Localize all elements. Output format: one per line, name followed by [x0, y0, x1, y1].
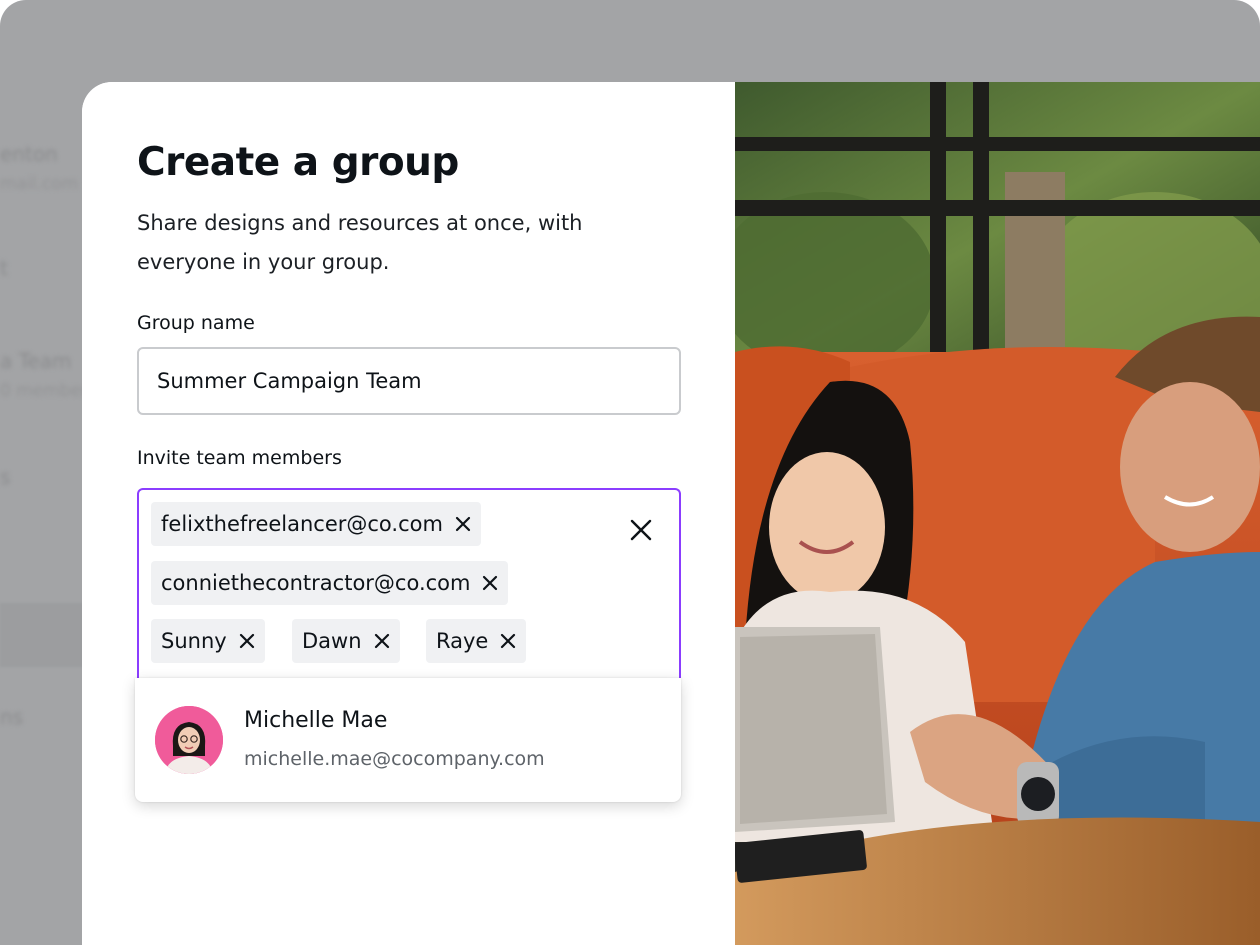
app-background: enton mail.com t a Team 0 member s ns Cr… — [0, 0, 1260, 945]
background-item-title: t — [0, 256, 8, 280]
background-item-subtitle: mail.com — [0, 174, 79, 194]
member-suggestion-dropdown: Michelle Mae michelle.mae@cocompany.com — [135, 678, 681, 802]
member-chip: conniethecontractor@co.com — [151, 561, 509, 605]
member-chip-label: Raye — [436, 629, 489, 653]
suggestion-name: Michelle Mae — [244, 708, 388, 733]
background-item-title: s — [0, 465, 11, 489]
background-selected-row — [0, 603, 90, 667]
dialog-description: Share designs and resources at once, wit… — [137, 211, 583, 274]
background-item-title: enton — [0, 142, 58, 166]
member-chip: Dawn — [292, 619, 400, 663]
avatar — [155, 706, 223, 774]
group-name-input[interactable] — [137, 347, 681, 415]
close-icon[interactable] — [374, 633, 390, 649]
avatar-portrait — [155, 706, 223, 774]
member-chip: felixthefreelancer@co.com — [151, 502, 481, 546]
suggestion-item[interactable]: Michelle Mae michelle.mae@cocompany.com — [135, 678, 681, 802]
close-icon[interactable] — [455, 516, 471, 532]
member-chip-label: Dawn — [302, 629, 362, 653]
member-chip: Sunny — [151, 619, 265, 663]
member-chip-label: conniethecontractor@co.com — [161, 571, 471, 595]
member-chip: Raye — [426, 619, 527, 663]
invite-members-input[interactable]: felixthefreelancer@co.com conniethecontr… — [137, 488, 681, 688]
close-icon[interactable] — [239, 633, 255, 649]
group-name-label: Group name — [137, 312, 255, 334]
background-list-item: a Team 0 member — [0, 349, 88, 401]
background-item-title: ns — [0, 705, 24, 729]
background-list-item: ns — [0, 705, 23, 729]
close-icon[interactable] — [482, 575, 498, 591]
dialog-title: Create a group — [137, 140, 459, 185]
create-group-dialog: Create a group Share designs and resourc… — [82, 82, 1260, 945]
member-chip-label: felixthefreelancer@co.com — [161, 512, 443, 536]
background-list-item: s — [0, 465, 10, 489]
suggestion-email: michelle.mae@cocompany.com — [244, 748, 545, 770]
clear-all-close-icon[interactable] — [629, 518, 653, 542]
invite-members-label: Invite team members — [137, 447, 342, 469]
close-icon[interactable] — [500, 633, 516, 649]
member-chip-label: Sunny — [161, 629, 227, 653]
background-item-subtitle: 0 member — [0, 381, 89, 401]
background-list-item: t — [0, 256, 8, 280]
background-list-item: enton mail.com — [0, 142, 78, 194]
office-photo-illustration — [735, 82, 1260, 945]
dialog-form-pane: Create a group Share designs and resourc… — [82, 82, 735, 945]
hero-photo — [735, 82, 1260, 945]
background-item-title: a Team — [0, 349, 72, 373]
